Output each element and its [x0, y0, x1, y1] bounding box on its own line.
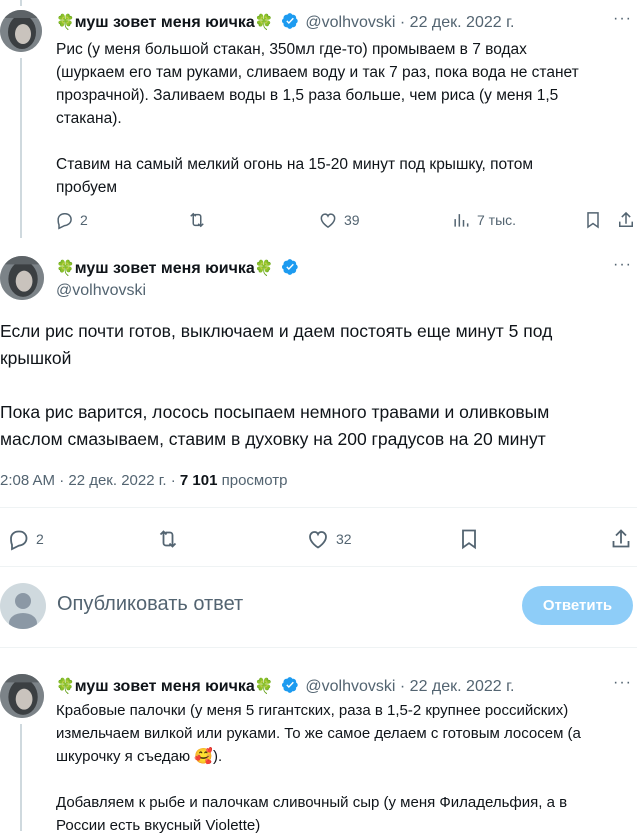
text-line: Пока рис варится, лосось посыпаем немног…: [0, 402, 550, 422]
like-count: 32: [336, 531, 352, 547]
analytics-icon: [454, 214, 469, 227]
tweet-text: Крабовые палочки (у меня 5 гигантских, р…: [56, 699, 634, 837]
separator-dot: ·: [399, 14, 406, 31]
avatar[interactable]: [0, 10, 42, 52]
heart-icon: [320, 213, 336, 228]
reply-count: 2: [36, 531, 44, 547]
like-button[interactable]: 32: [306, 527, 352, 551]
retweet-button[interactable]: [156, 527, 180, 551]
like-button[interactable]: 39: [318, 210, 360, 230]
reply-button[interactable]: 2: [54, 210, 88, 230]
thread-line: [20, 0, 22, 6]
avatar-photo-icon: [0, 10, 42, 52]
share-icon: [619, 211, 633, 227]
clover-icon: 🍀: [254, 14, 274, 31]
text-line: [0, 372, 630, 399]
tweet-text: Рис (у меня большой стакан, 350мл где-то…: [56, 38, 631, 199]
avatar[interactable]: [0, 674, 44, 718]
text-line: [56, 130, 631, 153]
views-count: 7 101: [179, 472, 218, 489]
handle[interactable]: @volhvovski: [305, 14, 395, 31]
tweet-header: 🍀муш зовет меня юичка🍀 @volhvovski · 22 …: [56, 676, 514, 696]
text-line: измельчаем вилкой или руками. То же само…: [56, 725, 581, 742]
verified-badge-icon: [281, 259, 298, 275]
text-line: Добавляем к рыбе и палочкам сливочный сы…: [56, 794, 568, 811]
reply-button[interactable]: 2: [6, 527, 44, 551]
separator-dot: ·: [399, 678, 406, 695]
share-button[interactable]: [609, 527, 633, 551]
clover-icon: 🍀: [254, 260, 274, 277]
share-button[interactable]: [616, 210, 636, 230]
text-line: [56, 768, 634, 791]
clover-icon: 🍀: [56, 14, 75, 31]
more-options-icon[interactable]: ···: [613, 256, 632, 274]
clover-icon: 🍀: [254, 678, 274, 695]
display-name[interactable]: муш зовет меня юичка: [75, 14, 255, 31]
bookmark-icon: [587, 212, 599, 229]
reply-icon: [10, 530, 28, 551]
bookmark-button[interactable]: [583, 210, 603, 230]
display-name[interactable]: муш зовет меня юичка: [75, 260, 255, 277]
verified-badge-icon: [281, 13, 298, 29]
more-options-icon[interactable]: ···: [613, 10, 632, 28]
handle[interactable]: @volhvovski: [305, 678, 395, 695]
reply-count: 2: [80, 212, 88, 228]
text-line: России есть вкусный Violette): [56, 817, 261, 834]
text-line: стакана).: [56, 110, 122, 127]
handle[interactable]: @volhvovski: [56, 282, 146, 300]
reply-input[interactable]: Опубликовать ответ: [57, 593, 243, 616]
divider: [0, 566, 637, 567]
tweet-timestamp[interactable]: 2:08 AM · 22 дек. 2022 г. ·: [0, 472, 180, 489]
divider: [0, 647, 637, 648]
text-line: пробуем: [56, 179, 118, 196]
thread-line: [20, 58, 22, 238]
text-line: Ставим на самый мелкий огонь на 15-20 ми…: [56, 156, 534, 173]
tweet-date[interactable]: 22 дек. 2022 г.: [410, 14, 515, 31]
verified-badge-icon: [281, 677, 298, 693]
like-count: 39: [344, 212, 360, 228]
avatar-photo-icon: [0, 256, 44, 300]
text-line: шкурочку я съедаю 🥰).: [56, 748, 223, 765]
display-name[interactable]: муш зовет меня юичка: [75, 678, 255, 695]
thread-line: [20, 724, 22, 831]
tweet-header: 🍀муш зовет меня юичка🍀: [56, 258, 299, 278]
more-options-icon[interactable]: ···: [613, 674, 632, 692]
text-line: крышкой: [0, 348, 72, 368]
text-line: Крабовые палочки (у меня 5 гигантских, р…: [56, 702, 569, 719]
reply-icon: [57, 213, 72, 230]
views-count: 7 тыс.: [477, 212, 517, 228]
clover-icon: 🍀: [56, 678, 75, 695]
text-line: Если рис почти готов, выключаем и даем п…: [0, 321, 553, 341]
text-line: (шуркаем его там руками, сливаем воду и …: [56, 64, 579, 81]
retweet-button[interactable]: [187, 210, 207, 230]
heart-icon: [309, 531, 327, 549]
tweet-date[interactable]: 22 дек. 2022 г.: [410, 678, 515, 695]
user-avatar[interactable]: [0, 583, 46, 629]
clover-icon: 🍀: [56, 260, 75, 277]
reply-submit-button[interactable]: Ответить: [522, 586, 633, 625]
tweet-meta: 2:08 AM · 22 дек. 2022 г. · 7 101 просмо…: [0, 472, 287, 489]
divider: [0, 507, 637, 508]
avatar-photo-icon: [0, 674, 44, 718]
bookmark-icon: [462, 529, 476, 550]
retweet-icon: [159, 530, 177, 548]
share-icon: [612, 529, 630, 548]
bookmark-button[interactable]: [457, 527, 481, 551]
text-line: Рис (у меня большой стакан, 350мл где-то…: [56, 41, 527, 58]
views-label: просмотр: [217, 472, 288, 489]
retweet-icon: [190, 212, 204, 228]
text-line: маслом смазываем, ставим в духовку на 20…: [0, 429, 546, 449]
text-line: прозрачной). Заливаем воды в 1,5 раза бо…: [56, 87, 559, 104]
default-avatar-icon: [9, 593, 37, 629]
tweet-text: Если рис почти готов, выключаем и даем п…: [0, 318, 630, 453]
views-button[interactable]: 7 тыс.: [451, 210, 516, 230]
avatar[interactable]: [0, 256, 44, 300]
tweet-header: 🍀муш зовет меня юичка🍀 @volhvovski · 22 …: [56, 12, 514, 32]
